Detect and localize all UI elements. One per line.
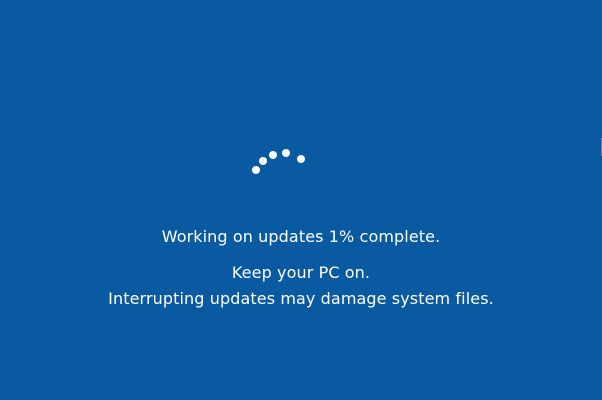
spinner-dot — [269, 151, 277, 159]
spinner-dot — [252, 166, 260, 174]
loading-spinner-icon — [0, 0, 602, 400]
update-progress-text: Working on updates 1% complete. — [161, 227, 441, 246]
spinner-dot — [297, 155, 305, 163]
keep-pc-on-text: Keep your PC on. — [231, 263, 371, 282]
spinner-dot — [259, 157, 267, 165]
windows-update-screen: Working on updates 1% complete. Keep you… — [0, 0, 602, 400]
interruption-warning-text: Interrupting updates may damage system f… — [108, 289, 494, 308]
spinner-dot — [282, 149, 290, 157]
